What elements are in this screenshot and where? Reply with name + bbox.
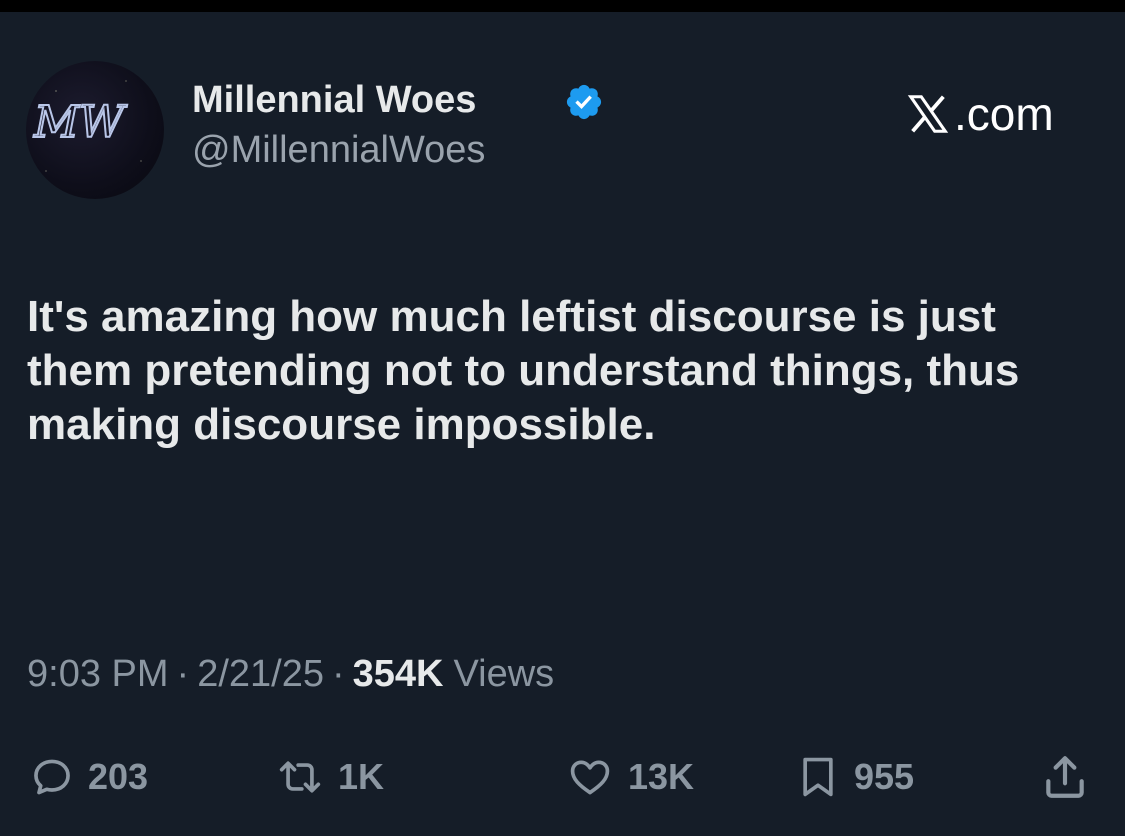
bookmark-icon [803, 757, 833, 797]
like-count: 13K [628, 756, 695, 797]
meta-separator: · [331, 652, 345, 695]
display-name[interactable]: Millennial Woes [192, 78, 476, 122]
tweet-meta: 9:03 PM · 2/21/25 · 354K Views [27, 648, 554, 700]
heart-icon [570, 760, 610, 795]
brand-domain-label: .com [954, 88, 1054, 140]
like-button[interactable]: 13K [566, 750, 694, 804]
repost-icon [279, 761, 321, 793]
share-icon[interactable] [1040, 752, 1090, 802]
reply-icon [34, 759, 70, 795]
brand-watermark: .com [904, 88, 1054, 140]
meta-separator: · [176, 652, 190, 695]
reply-button[interactable]: 203 [30, 750, 148, 804]
tweet-card: MW Millennial Woes @MillennialWoes .com … [0, 12, 1125, 836]
reply-count: 203 [88, 756, 149, 797]
avatar[interactable]: MW [26, 61, 164, 199]
bookmark-count: 955 [854, 756, 915, 797]
user-handle[interactable]: @MillennialWoes [192, 128, 485, 172]
tweet-date[interactable]: 2/21/25 [197, 653, 324, 696]
tweet-time[interactable]: 9:03 PM [27, 653, 169, 696]
tweet-text: It's amazing how much leftist discourse … [27, 292, 1020, 449]
x-logo-icon [907, 95, 949, 133]
repost-count: 1K [338, 756, 385, 797]
avatar-monogram: MW [33, 97, 128, 148]
repost-button[interactable]: 1K [276, 750, 384, 804]
verified-badge-icon [566, 84, 602, 120]
views-count: 354K [352, 652, 444, 695]
views-label: Views [453, 652, 555, 695]
bookmark-button[interactable]: 955 [796, 750, 914, 804]
